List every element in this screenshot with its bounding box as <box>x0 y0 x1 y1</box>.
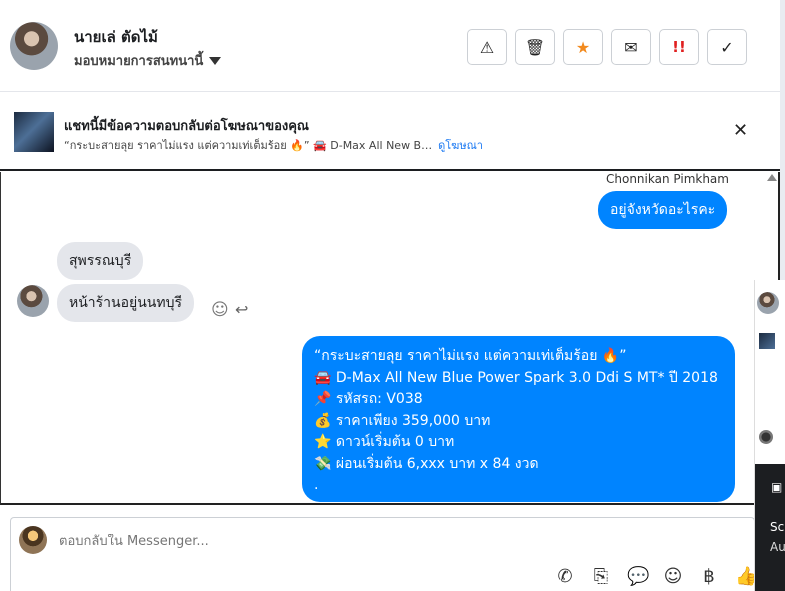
incoming-message[interactable]: หน้าร้านอยู่นนทบุรี <box>57 284 194 322</box>
outgoing-message[interactable]: อยู่จังหวัดอะไรคะ <box>598 191 728 229</box>
assign-label: มอบหมายการสนทนานี้ <box>74 54 204 69</box>
reply-input[interactable] <box>59 534 559 549</box>
side-text: Sc <box>770 520 785 534</box>
inbox-conversation: นายเล่ ตัดไม้ มอบหมายการสนทนานี้ ⚠ 🗑 ★ ✉… <box>0 0 785 591</box>
trash-icon: 🗑 <box>524 37 546 57</box>
contact-avatar-small <box>17 285 49 317</box>
message-line: 💰 ราคาเพียง 359,000 บาท <box>314 412 491 429</box>
ad-banner-title: แชทนี้มีข้อความตอบกลับต่อโฆษณาของคุณ <box>64 119 309 134</box>
assign-conversation-dropdown[interactable]: มอบหมายการสนทนานี้ <box>74 50 222 71</box>
close-icon[interactable]: ✕ <box>733 120 748 141</box>
ad-reply-banner: แชทนี้มีข้อความตอบกลับต่อโฆษณาของคุณ “กร… <box>0 93 780 171</box>
message-line: ⭐ ดาวน์เริ่มต้น 0 บาท <box>314 434 455 450</box>
composer-toolbar: ✆ ⎘ 💬 ☺ ฿ 👍 <box>555 566 757 587</box>
call-icon[interactable]: ✆ <box>555 566 575 587</box>
sender-name: Chonnikan Pimkham <box>606 172 729 186</box>
side-text: Au <box>770 540 785 554</box>
baht-icon[interactable]: ฿ <box>699 566 719 587</box>
spam-button[interactable]: !! <box>659 29 699 65</box>
emoji-icon[interactable]: ☺ <box>663 566 683 587</box>
caret-down-icon <box>209 56 222 65</box>
saved-reply-icon[interactable]: 💬 <box>627 566 649 587</box>
react-emoji-icon[interactable]: ☺ <box>211 300 229 320</box>
scroll-up-arrow-icon[interactable] <box>767 174 777 181</box>
outgoing-ad-message[interactable]: “กระบะสายลุย ราคาไม่แรง แต่ความเท่เต็มร้… <box>302 336 735 502</box>
message-line: . <box>314 477 319 493</box>
message-line: 📌 รหัสรถ: V038 <box>314 391 423 407</box>
contact-name[interactable]: นายเล่ ตัดไม้ <box>74 25 158 49</box>
page-avatar <box>19 526 47 554</box>
star-icon: ★ <box>575 37 591 57</box>
checkmark-icon: ✓ <box>720 37 734 57</box>
side-mini-avatar <box>759 430 773 444</box>
ad-banner-subtitle: “กระบะสายลุย ราคาไม่แรง แต่ความเท่เต็มร้… <box>64 136 483 154</box>
envelope-open-icon: ✉ <box>624 37 638 57</box>
reply-arrow-icon[interactable]: ↩ <box>235 300 248 319</box>
view-ad-link[interactable]: ดูโฆษณา <box>438 139 483 152</box>
warning-icon: ⚠ <box>479 37 495 57</box>
thumbs-up-icon[interactable]: 👍 <box>735 566 757 587</box>
ad-preview-text: “กระบะสายลุย ราคาไม่แรง แต่ความเท่เต็มร้… <box>64 139 433 152</box>
reply-composer: ✆ ⎘ 💬 ☺ ฿ 👍 <box>10 517 757 591</box>
ad-thumbnail[interactable] <box>14 112 54 152</box>
message-line: “กระบะสายลุย ราคาไม่แรง แต่ความเท่เต็มร้… <box>314 348 627 364</box>
star-button[interactable]: ★ <box>563 29 603 65</box>
delete-button[interactable]: 🗑 <box>515 29 555 65</box>
message-thread[interactable]: Chonnikan Pimkham อยู่จังหวัดอะไรคะ สุพร… <box>0 172 780 505</box>
conversation-header: นายเล่ ตัดไม้ มอบหมายการสนทนานี้ ⚠ 🗑 ★ ✉… <box>0 0 780 92</box>
notification-icon: ▣ <box>771 480 783 494</box>
contact-avatar[interactable] <box>10 22 58 70</box>
report-button[interactable]: ⚠ <box>467 29 507 65</box>
page-scrollbar[interactable] <box>780 0 785 280</box>
message-line: 🚘 D-Max All New Blue Power Spark 3.0 Ddi… <box>314 369 718 386</box>
conversation-toolbar: ⚠ 🗑 ★ ✉ !! ✓ <box>467 29 747 65</box>
message-line: 💸 ผ่อนเริ่มต้น 6,xxx บาท x 84 งวด <box>314 455 539 472</box>
side-panel: ▣ Sc Au <box>754 280 785 591</box>
mark-unread-button[interactable]: ✉ <box>611 29 651 65</box>
side-contact-avatar[interactable] <box>757 292 779 314</box>
side-ad-thumbnail[interactable] <box>759 333 775 349</box>
incoming-message[interactable]: สุพรรณบุรี <box>57 242 144 280</box>
mark-done-button[interactable]: ✓ <box>707 29 747 65</box>
paperclip-icon[interactable]: ⎘ <box>591 566 611 587</box>
double-exclamation-icon: !! <box>672 38 686 56</box>
